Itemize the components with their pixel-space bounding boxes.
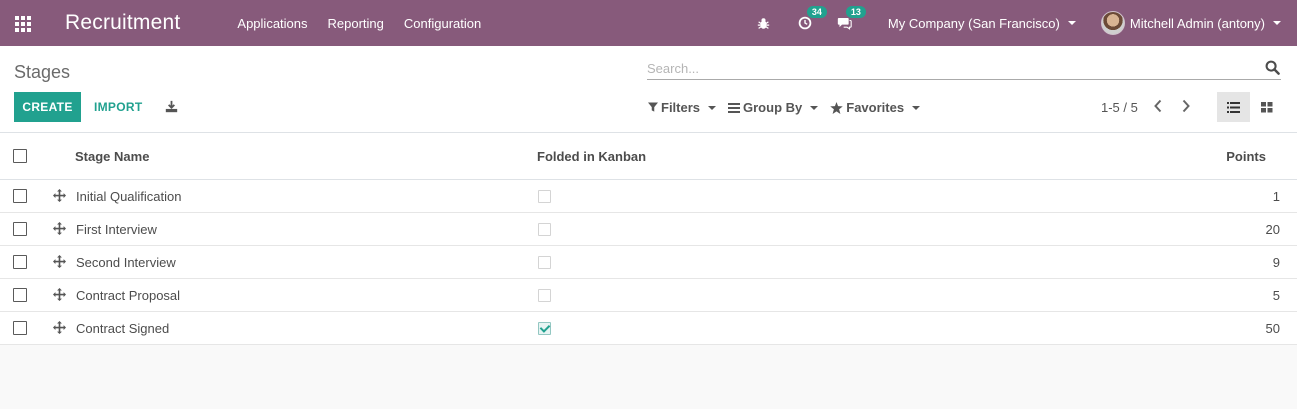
search-icon[interactable] [1265, 60, 1280, 78]
caret-down-icon [1067, 21, 1076, 25]
table-header: Stage Name Folded in Kanban Points [0, 133, 1297, 180]
drag-handle-icon[interactable] [53, 255, 66, 271]
points-cell: 20 [1265, 222, 1280, 237]
folded-checkbox [538, 190, 551, 203]
caret-down-icon [1273, 21, 1281, 25]
groupby-dropdown[interactable]: Group By [728, 100, 819, 115]
stage-name-cell: Second Interview [76, 255, 176, 270]
kanban-view-button[interactable] [1250, 92, 1283, 122]
drag-handle-icon[interactable] [53, 222, 66, 238]
folded-checkbox [538, 322, 551, 335]
star-icon [830, 101, 844, 114]
main-menu: Applications Reporting Configuration [237, 16, 501, 31]
row-checkbox[interactable] [13, 288, 27, 302]
create-button[interactable]: CREATE [14, 92, 81, 122]
company-name: My Company (San Francisco) [887, 15, 1060, 31]
app-title: Recruitment [65, 11, 181, 34]
drag-handle-icon[interactable] [53, 189, 66, 205]
column-header-stage-name[interactable]: Stage Name [75, 149, 149, 164]
points-cell: 9 [1272, 255, 1280, 270]
caret-down-icon [912, 105, 921, 110]
company-switcher[interactable]: My Company (San Francisco) [888, 16, 1076, 31]
table-row[interactable]: Contract Proposal 5 [0, 279, 1297, 312]
favorites-dropdown[interactable]: Favorites [830, 100, 921, 115]
caret-down-icon [810, 105, 819, 110]
row-checkbox[interactable] [13, 255, 27, 269]
messages-chat-icon[interactable]: 13 [837, 6, 866, 30]
control-panel: Stages CREATE IMPORT Filters Group By Fa… [0, 46, 1297, 133]
row-checkbox[interactable] [13, 189, 27, 203]
pager-value[interactable]: 1-5 / 5 [1101, 100, 1138, 115]
message-count-badge: 13 [845, 6, 866, 18]
drag-handle-icon[interactable] [53, 321, 66, 337]
groupby-label: Group By [743, 100, 803, 115]
menu-item-configuration[interactable]: Configuration [404, 16, 481, 31]
apps-menu-icon[interactable] [15, 16, 31, 32]
download-icon[interactable] [165, 100, 178, 116]
table-row[interactable]: Second Interview 9 [0, 246, 1297, 279]
filters-dropdown[interactable]: Filters [648, 100, 717, 115]
points-cell: 50 [1265, 321, 1280, 336]
table-row[interactable]: Initial Qualification 1 [0, 180, 1297, 213]
user-name: Mitchell Admin (antony) [1129, 15, 1265, 31]
list-view-button[interactable] [1217, 92, 1250, 122]
activity-clock-icon[interactable]: 34 [798, 6, 827, 30]
user-menu[interactable]: Mitchell Admin (antony) [1100, 11, 1281, 35]
systray: 34 13 My Company (San Francisco) Mitchel… [757, 0, 1297, 46]
row-checkbox[interactable] [13, 321, 27, 335]
debug-bug-icon[interactable] [757, 17, 770, 30]
caret-down-icon [708, 105, 717, 110]
avatar [1100, 11, 1125, 35]
stages-table: Stage Name Folded in Kanban Points Initi… [0, 133, 1297, 345]
breadcrumb[interactable]: Stages [14, 62, 70, 83]
points-cell: 5 [1272, 288, 1280, 303]
menu-item-reporting[interactable]: Reporting [328, 16, 384, 31]
menu-item-applications[interactable]: Applications [237, 16, 307, 31]
stage-name-cell: Contract Signed [76, 321, 170, 336]
drag-handle-icon[interactable] [53, 288, 66, 304]
filter-icon [648, 102, 658, 112]
column-header-folded[interactable]: Folded in Kanban [537, 149, 646, 164]
stage-name-cell: Contract Proposal [76, 288, 181, 303]
import-button[interactable]: IMPORT [94, 100, 142, 114]
column-header-points[interactable]: Points [1226, 149, 1266, 164]
points-cell: 1 [1272, 189, 1280, 204]
stage-name-cell: Initial Qualification [76, 189, 182, 204]
search-options: Filters Group By Favorites [648, 100, 932, 115]
folded-checkbox [538, 256, 551, 269]
filters-label: Filters [661, 100, 701, 115]
top-navbar: Recruitment Applications Reporting Confi… [0, 0, 1297, 46]
kanban-icon [1260, 101, 1272, 112]
groupby-icon [728, 102, 741, 113]
folded-checkbox [538, 223, 551, 236]
folded-checkbox [538, 289, 551, 302]
chevron-left-icon[interactable] [1153, 99, 1163, 116]
stage-name-cell: First Interview [76, 222, 157, 237]
table-row[interactable]: First Interview 20 [0, 213, 1297, 246]
favorites-label: Favorites [846, 100, 905, 115]
select-all-checkbox[interactable] [13, 149, 27, 163]
table-row[interactable]: Contract Signed 50 [0, 312, 1297, 345]
search-input[interactable] [647, 58, 1247, 78]
search-bar [647, 58, 1281, 80]
chevron-right-icon[interactable] [1181, 99, 1191, 116]
activity-count-badge: 34 [806, 6, 827, 18]
list-icon [1227, 101, 1240, 113]
row-checkbox[interactable] [13, 222, 27, 236]
